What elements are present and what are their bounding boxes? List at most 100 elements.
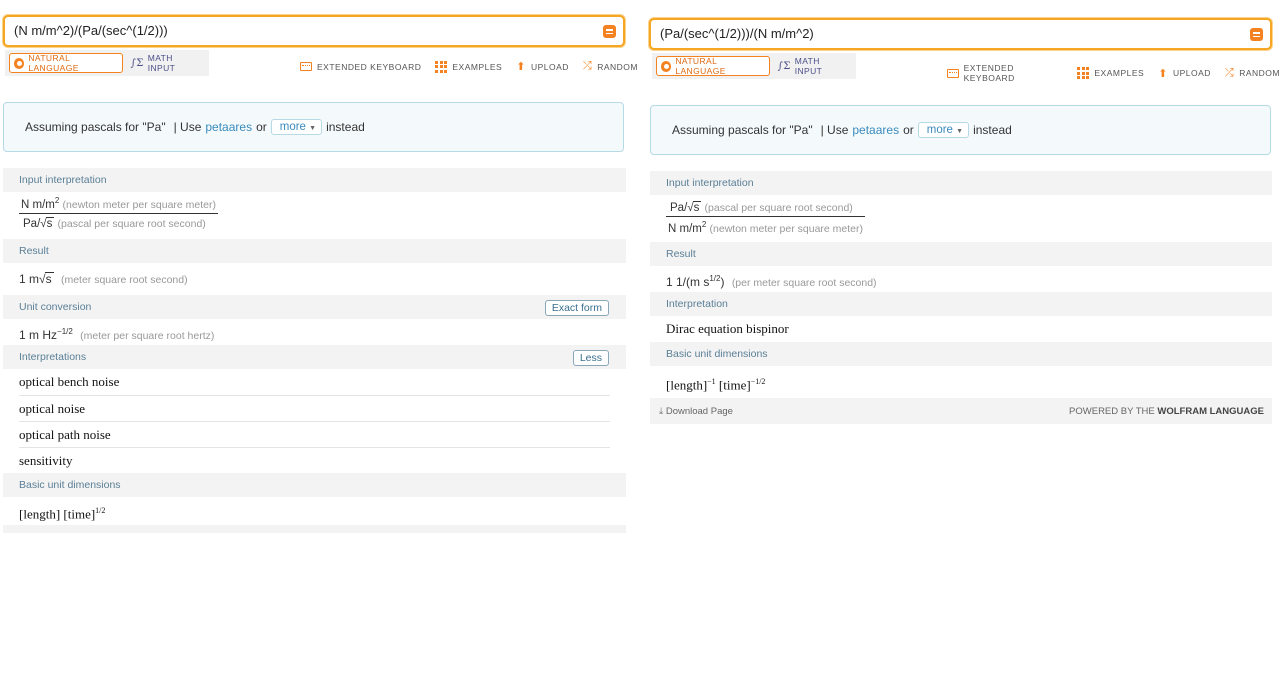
upload-icon: ⬆ [516, 61, 526, 73]
input-denominator-desc: (newton meter per square meter) [709, 222, 863, 235]
left-math-input-button[interactable]: ∫Σ MATH INPUT [127, 53, 203, 73]
more-label: more [279, 121, 306, 133]
pod-input-interpretation: Pa/√s (pascal per square root second) N … [650, 195, 1272, 242]
shuffle-icon: ⤮ [582, 60, 593, 72]
list-item: optical path noise [19, 421, 610, 447]
shuffle-icon: ⤮ [1224, 66, 1235, 79]
right-result-pods: Input interpretation Pa/√s (pascal per s… [650, 171, 1272, 424]
assumption-suffix: instead [973, 123, 1012, 137]
list-item: sensitivity [19, 447, 610, 473]
examples-grid-icon [435, 60, 448, 73]
right-assumption-box: Assuming pascals for "Pa" | Use petaares… [650, 105, 1271, 155]
input-numerator-exp: 2 [54, 196, 60, 205]
result-close: ) [720, 275, 725, 289]
assumption-suffix: instead [326, 120, 365, 134]
list-item: optical noise [19, 395, 610, 421]
result-value: 1 1/(m s [666, 275, 710, 289]
result-desc: (per meter square root second) [731, 277, 877, 289]
less-button[interactable]: Less [572, 350, 609, 366]
right-upload-button[interactable]: ⬆ UPLOAD [1158, 67, 1211, 80]
left-random-button[interactable]: ⤮ RANDOM [583, 60, 638, 73]
left-natural-language-button[interactable]: NATURAL LANGUAGE [9, 53, 123, 73]
right-random-button[interactable]: ⤮ RANDOM [1225, 67, 1280, 80]
pod-header-unit-conversion: Unit conversion Exact form [3, 295, 626, 319]
petaares-link[interactable]: petaares [205, 120, 252, 134]
powered-brand: WOLFRAM LANGUAGE [1157, 405, 1264, 417]
pod-header-result: Result [3, 239, 626, 263]
keyboard-icon [947, 68, 959, 78]
right-query-input[interactable]: (Pa/(sec^(1/2)))/(N m/m^2) [649, 18, 1272, 50]
input-denominator-desc: (pascal per square root second) [57, 217, 206, 230]
right-query-text: (Pa/(sec^(1/2)))/(N m/m^2) [660, 26, 814, 41]
natural-language-icon [661, 60, 672, 72]
math-input-icon: ∫Σ [130, 57, 144, 69]
dimensions-length-exp: −1 [707, 377, 716, 386]
natural-language-label: NATURAL LANGUAGE [28, 53, 79, 73]
input-fraction: Pa/√s (pascal per square root second) N … [666, 201, 865, 235]
dimensions-value: [length] [time] [19, 506, 96, 522]
pod-dimensions: [length] [time]1/2 [3, 497, 626, 525]
left-examples-button[interactable]: EXAMPLES [435, 60, 503, 73]
right-toolbar: EXTENDED KEYBOARD EXAMPLES ⬆ UPLOAD ⤮ RA… [947, 63, 1280, 83]
pod-header-result: Result [650, 242, 1272, 266]
pod-header-dimensions: Basic unit dimensions [3, 473, 626, 497]
upload-label: UPLOAD [530, 61, 569, 72]
math-input-label: MATH INPUT [147, 53, 176, 73]
left-equal-icon[interactable] [603, 25, 616, 38]
pod-result: 1 1/(m s1/2) (per meter square root seco… [650, 266, 1272, 292]
unit-value: 1 m Hz [19, 328, 58, 342]
result-desc: (meter square root second) [60, 274, 188, 286]
left-query-text: (N m/m^2)/(Pa/(sec^(1/2))) [14, 23, 168, 38]
assumption-separator: | Use [173, 120, 202, 134]
left-upload-button[interactable]: ⬆ UPLOAD [516, 60, 569, 73]
assumption-text: Assuming pascals for "Pa" [672, 123, 813, 137]
keyboard-label: EXTENDED KEYBOARD [963, 63, 1015, 83]
exact-form-button[interactable]: Exact form [544, 300, 609, 316]
powered-by: POWERED BY THE WOLFRAM LANGUAGE [1069, 406, 1264, 417]
right-math-input-button[interactable]: ∫Σ MATH INPUT [774, 56, 850, 76]
left-query-input[interactable]: (N m/m^2)/(Pa/(sec^(1/2))) [3, 15, 625, 47]
input-numerator-radicand: s [692, 201, 702, 214]
assumption-separator: | Use [820, 123, 849, 137]
right-extended-keyboard-button[interactable]: EXTENDED KEYBOARD [947, 63, 1063, 83]
natural-language-label: NATURAL LANGUAGE [675, 56, 726, 76]
input-numerator-desc: (pascal per square root second) [704, 202, 853, 214]
input-denominator: Pa/ [23, 217, 41, 230]
unit-exp: −1/2 [57, 327, 73, 336]
more-dropdown[interactable]: more ▼ [270, 119, 323, 135]
input-numerator: N m/m [21, 198, 55, 211]
result-radicand: s [44, 272, 54, 286]
natural-language-icon [14, 57, 25, 69]
keyboard-label: EXTENDED KEYBOARD [317, 61, 422, 72]
pod-header-dimensions: Basic unit dimensions [650, 342, 1272, 366]
keyboard-icon [300, 62, 312, 71]
chevron-down-icon: ▼ [309, 125, 317, 132]
petaares-link[interactable]: petaares [852, 123, 899, 137]
random-label: RANDOM [1239, 68, 1280, 78]
interpretations-title: Interpretations [19, 351, 87, 363]
input-denominator: N m/m [668, 222, 702, 235]
math-input-icon: ∫Σ [777, 60, 791, 72]
input-numerator-desc: (newton meter per square meter) [62, 198, 216, 211]
unit-conversion-title: Unit conversion [19, 301, 92, 313]
right-natural-language-button[interactable]: NATURAL LANGUAGE [656, 56, 770, 76]
download-icon: ⤓ [659, 405, 664, 417]
examples-label: EXAMPLES [452, 61, 503, 72]
input-numerator: Pa/ [670, 202, 688, 214]
math-input-label: MATH INPUT [794, 56, 823, 76]
random-label: RANDOM [597, 61, 638, 72]
input-denominator-radicand: s [45, 216, 55, 230]
right-equal-icon[interactable] [1250, 28, 1263, 41]
examples-grid-icon [1077, 67, 1090, 79]
pod-footer: ⤓ Download Page POWERED BY THE WOLFRAM L… [650, 398, 1272, 424]
pod-header-interpretations: Interpretations Less [3, 345, 626, 369]
right-examples-button[interactable]: EXAMPLES [1077, 67, 1144, 79]
download-label: Download Page [665, 405, 733, 417]
pod-header-input: Input interpretation [3, 168, 626, 192]
left-assumption-box: Assuming pascals for "Pa" | Use petaares… [3, 102, 624, 152]
more-label: more [926, 124, 953, 136]
chevron-down-icon: ▼ [956, 128, 964, 135]
more-dropdown[interactable]: more ▼ [917, 122, 970, 138]
download-page-button[interactable]: ⤓ Download Page [659, 406, 733, 417]
left-extended-keyboard-button[interactable]: EXTENDED KEYBOARD [300, 62, 421, 72]
